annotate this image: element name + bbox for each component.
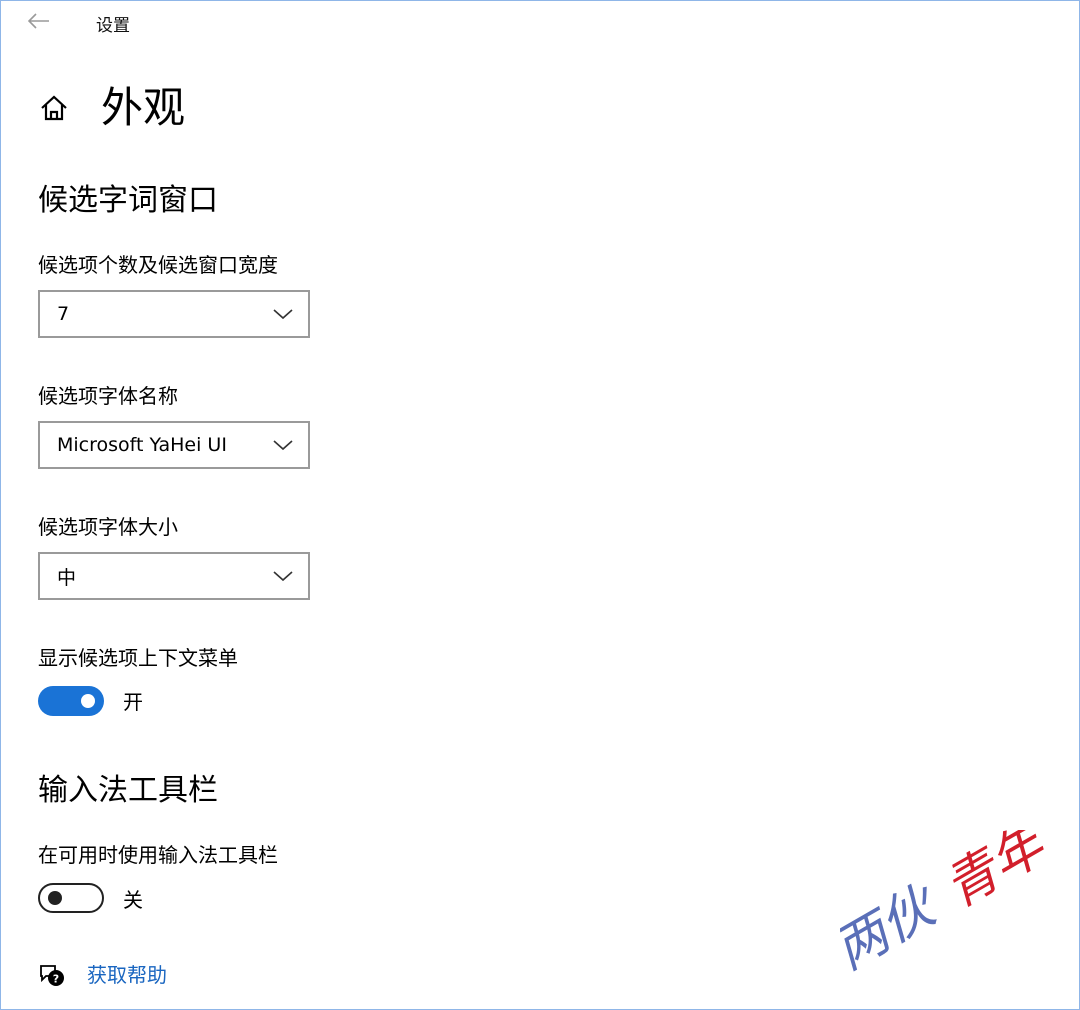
section-heading-candidate-window: 候选字词窗口 bbox=[38, 183, 218, 218]
svg-text:?: ? bbox=[53, 973, 59, 986]
title-bar: 设置 bbox=[0, 0, 1080, 44]
count-width-label: 候选项个数及候选窗口宽度 bbox=[38, 253, 278, 277]
back-button[interactable] bbox=[22, 6, 56, 36]
font-name-select[interactable]: Microsoft YaHei UI bbox=[38, 421, 310, 469]
use-toolbar-label: 在可用时使用输入法工具栏 bbox=[38, 843, 278, 867]
toggle-knob bbox=[48, 891, 62, 905]
font-size-select[interactable]: 中 bbox=[38, 552, 310, 600]
watermark: 两伙 青年 bbox=[840, 830, 1059, 981]
font-name-value: Microsoft YaHei UI bbox=[57, 434, 227, 456]
home-icon[interactable] bbox=[38, 92, 70, 124]
help-chat-icon: ? bbox=[40, 965, 64, 986]
context-menu-state: 开 bbox=[123, 690, 143, 714]
section-heading-ime-toolbar: 输入法工具栏 bbox=[38, 773, 218, 808]
font-name-label: 候选项字体名称 bbox=[38, 384, 178, 408]
font-size-label: 候选项字体大小 bbox=[38, 515, 178, 539]
font-size-value: 中 bbox=[57, 566, 77, 589]
chevron-down-icon bbox=[273, 571, 293, 582]
page-title: 外观 bbox=[101, 83, 186, 132]
count-width-select[interactable]: 7 bbox=[38, 290, 310, 338]
watermark-text-2: 青年 bbox=[935, 830, 1059, 919]
use-toolbar-toggle[interactable] bbox=[38, 883, 104, 913]
watermark-text-1: 两伙 bbox=[840, 874, 950, 981]
chevron-down-icon bbox=[273, 440, 293, 451]
get-help-link[interactable]: 获取帮助 bbox=[87, 961, 167, 989]
context-menu-toggle[interactable] bbox=[38, 686, 104, 716]
toggle-knob bbox=[81, 694, 95, 708]
back-arrow-icon bbox=[28, 13, 49, 29]
use-toolbar-state: 关 bbox=[123, 888, 143, 912]
window-title: 设置 bbox=[96, 16, 130, 36]
count-width-value: 7 bbox=[57, 303, 70, 325]
context-menu-label: 显示候选项上下文菜单 bbox=[38, 646, 238, 670]
chevron-down-icon bbox=[273, 309, 293, 320]
